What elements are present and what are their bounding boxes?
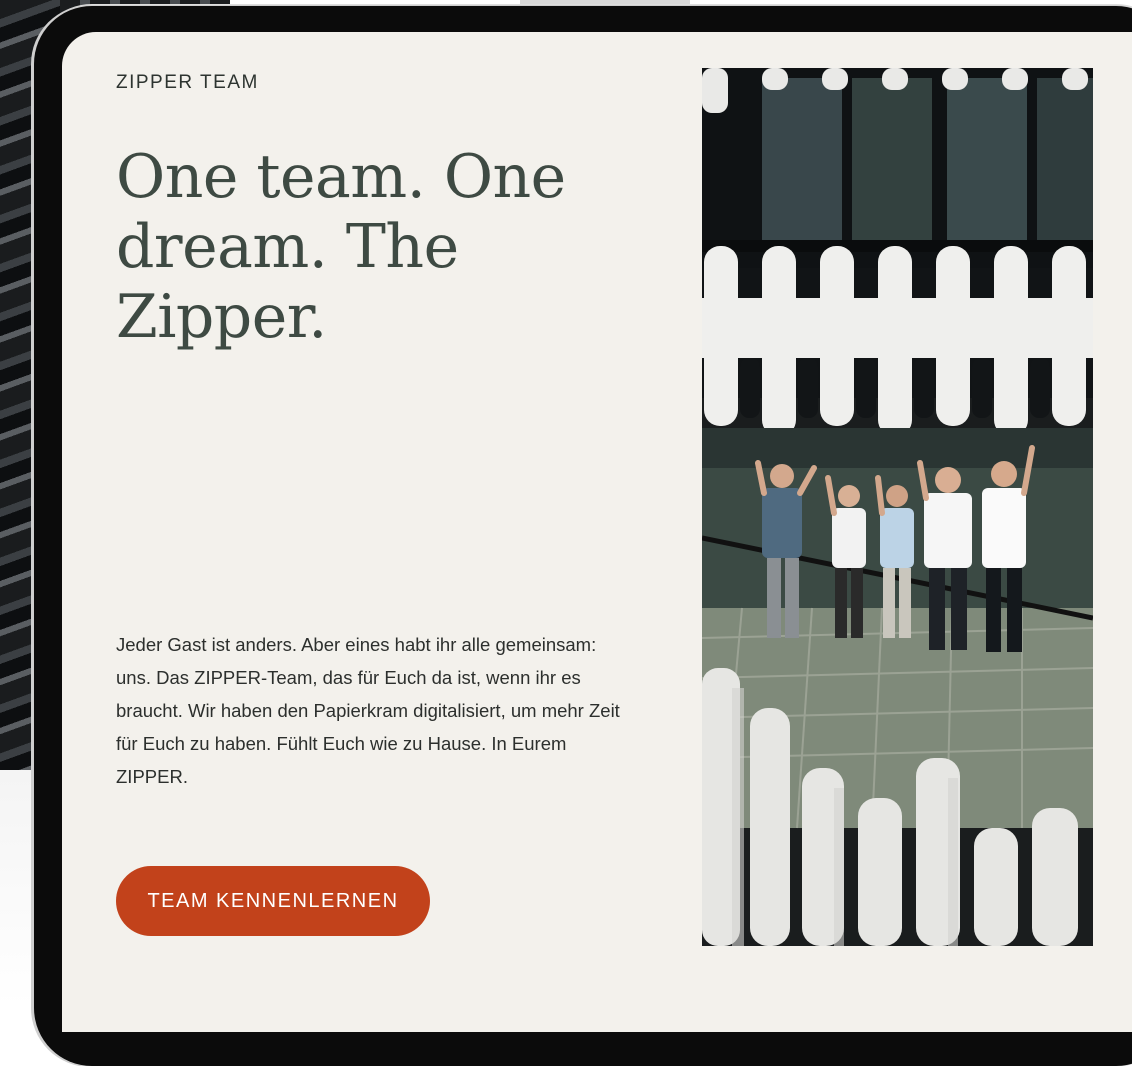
section-eyebrow: ZIPPER TEAM [116,72,259,93]
tablet-screen: ZIPPER TEAM One team. One dream. The Zip… [62,32,1132,1032]
section-body-text: Jeder Gast ist anders. Aber eines habt i… [116,634,620,787]
team-photo [702,68,1093,946]
team-kennenlernen-button[interactable]: TEAM KENNENLERNEN [116,866,430,936]
section-headline: One team. One dream. The Zipper. [116,142,566,352]
